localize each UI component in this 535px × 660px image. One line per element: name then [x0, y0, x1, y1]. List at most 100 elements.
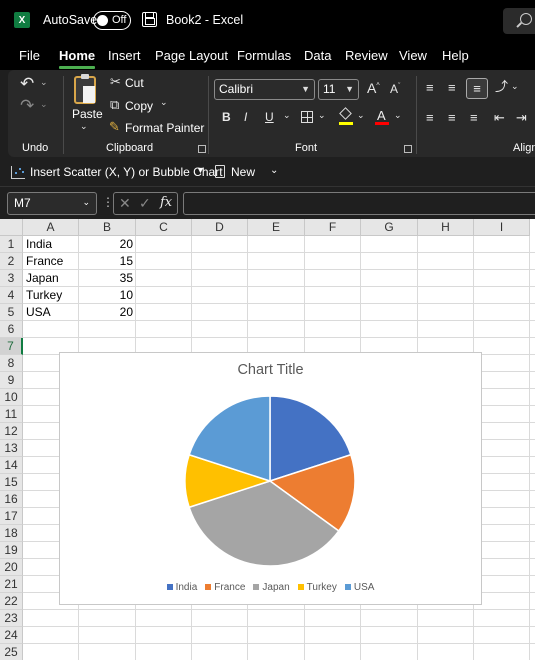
tab-file[interactable]: File: [19, 48, 40, 63]
column-header-g[interactable]: G: [361, 219, 418, 236]
row-header-2[interactable]: 2: [0, 253, 23, 270]
legend-item-japan[interactable]: Japan: [253, 582, 290, 593]
insert-scatter-chart-button[interactable]: Insert Scatter (X, Y) or Bubble Chart: [30, 165, 223, 179]
tab-view[interactable]: View: [399, 48, 427, 63]
customize-toolbar-icon[interactable]: ⌄: [270, 165, 278, 176]
column-header-a[interactable]: A: [23, 219, 79, 236]
row-header-8[interactable]: 8: [0, 355, 23, 372]
tab-help[interactable]: Help: [442, 48, 469, 63]
row-header-1[interactable]: 1: [0, 236, 23, 253]
cell-a1[interactable]: India: [26, 236, 76, 253]
column-header-d[interactable]: D: [192, 219, 248, 236]
tab-review[interactable]: Review: [345, 48, 388, 63]
font-launcher-icon[interactable]: [404, 145, 412, 153]
row-header-12[interactable]: 12: [0, 423, 23, 440]
undo-dropdown-icon[interactable]: ⌄: [40, 78, 48, 87]
increase-indent-icon[interactable]: ⇥: [516, 111, 527, 124]
cell-b4[interactable]: 10: [81, 287, 133, 304]
row-header-24[interactable]: 24: [0, 627, 23, 644]
row-header-16[interactable]: 16: [0, 491, 23, 508]
worksheet-grid[interactable]: A B C D E F G H I 1 2 3 4 5 6 7 8 9 10 11 12 13 14 15 16 17 18 19 20…: [0, 219, 535, 660]
orientation-icon[interactable]: ⤴: [495, 80, 508, 93]
row-header-15[interactable]: 15: [0, 474, 23, 491]
copy-icon[interactable]: ⧉: [110, 98, 119, 111]
select-all-corner[interactable]: [0, 219, 23, 236]
font-name-select[interactable]: Calibri ▼: [214, 79, 315, 100]
cell-a5[interactable]: USA: [26, 304, 76, 321]
search-icon[interactable]: [503, 8, 535, 34]
paste-icon[interactable]: [74, 74, 96, 104]
scissors-icon[interactable]: ✂: [110, 75, 121, 88]
align-middle-icon[interactable]: ≡: [448, 81, 456, 94]
row-header-20[interactable]: 20: [0, 559, 23, 576]
decrease-indent-icon[interactable]: ⇤: [494, 111, 505, 124]
underline-icon[interactable]: U: [265, 111, 274, 123]
paste-dropdown-icon[interactable]: ⌄: [80, 122, 88, 131]
row-header-22[interactable]: 22: [0, 593, 23, 610]
legend-item-india[interactable]: India: [166, 582, 197, 593]
tab-page-layout[interactable]: Page Layout: [155, 48, 228, 63]
column-header-b[interactable]: B: [79, 219, 136, 236]
clipboard-launcher-icon[interactable]: [198, 145, 206, 153]
bold-icon[interactable]: B: [222, 111, 231, 123]
tab-formulas[interactable]: Formulas: [237, 48, 291, 63]
paste-button[interactable]: Paste: [72, 107, 103, 121]
cell-b2[interactable]: 15: [81, 253, 133, 270]
copy-button[interactable]: Copy: [125, 99, 153, 113]
column-header-h[interactable]: H: [418, 219, 474, 236]
fill-color-dropdown-icon[interactable]: ⌄: [357, 111, 365, 120]
redo-dropdown-icon[interactable]: ⌄: [40, 100, 48, 109]
cell-a3[interactable]: Japan: [26, 270, 76, 287]
increase-font-icon[interactable]: A^: [367, 81, 380, 95]
cell-b1[interactable]: 20: [81, 236, 133, 253]
row-header-25[interactable]: 25: [0, 644, 23, 660]
fill-color-icon[interactable]: [339, 107, 353, 125]
chart-legend[interactable]: India France Japan Turkey USA: [60, 582, 481, 593]
font-size-select[interactable]: 11 ▼: [318, 79, 359, 100]
format-painter-icon[interactable]: ✎: [109, 120, 120, 133]
row-header-14[interactable]: 14: [0, 457, 23, 474]
enter-icon[interactable]: ✓: [139, 195, 151, 212]
new-button[interactable]: New: [231, 165, 255, 179]
font-color-icon[interactable]: A: [375, 108, 389, 125]
redo-icon[interactable]: ↷: [20, 97, 34, 114]
column-header-e[interactable]: E: [248, 219, 305, 236]
cell-a2[interactable]: France: [26, 253, 76, 270]
underline-dropdown-icon[interactable]: ⌄: [283, 111, 291, 120]
row-header-3[interactable]: 3: [0, 270, 23, 287]
tab-home[interactable]: Home: [59, 48, 96, 69]
save-icon[interactable]: [142, 12, 157, 27]
copy-dropdown-icon[interactable]: ⌄: [160, 98, 168, 107]
format-painter-button[interactable]: Format Painter: [125, 121, 204, 135]
tab-data[interactable]: Data: [304, 48, 331, 63]
column-header-c[interactable]: C: [136, 219, 192, 236]
orientation-dropdown-icon[interactable]: ⌄: [511, 82, 519, 91]
new-document-icon[interactable]: [215, 165, 225, 178]
row-header-9[interactable]: 9: [0, 372, 23, 389]
tab-insert[interactable]: Insert: [108, 48, 141, 63]
row-header-23[interactable]: 23: [0, 610, 23, 627]
row-header-17[interactable]: 17: [0, 508, 23, 525]
row-header-21[interactable]: 21: [0, 576, 23, 593]
name-box[interactable]: M7 ⌄: [7, 192, 97, 215]
pie-plot-area[interactable]: [60, 353, 483, 606]
borders-dropdown-icon[interactable]: ⌄: [318, 111, 326, 120]
decrease-font-icon[interactable]: Aˇ: [390, 83, 400, 95]
undo-icon[interactable]: ↶: [20, 75, 34, 92]
align-center-icon[interactable]: ≡: [448, 111, 456, 124]
insert-function-icon[interactable]: fx: [160, 195, 172, 210]
italic-icon[interactable]: I: [244, 111, 247, 123]
column-header-i[interactable]: I: [474, 219, 530, 236]
align-left-icon[interactable]: ≡: [426, 111, 434, 124]
scatter-chart-icon[interactable]: [11, 166, 25, 179]
cell-b5[interactable]: 20: [81, 304, 133, 321]
row-header-13[interactable]: 13: [0, 440, 23, 457]
legend-item-france[interactable]: France: [205, 582, 245, 593]
row-header-5[interactable]: 5: [0, 304, 23, 321]
chevron-down-icon[interactable]: ▼: [196, 165, 205, 175]
borders-icon[interactable]: [301, 111, 313, 123]
formula-input[interactable]: [183, 192, 535, 215]
row-header-7[interactable]: 7: [0, 338, 23, 355]
legend-item-usa[interactable]: USA: [344, 582, 374, 593]
pie-chart[interactable]: Chart Title India France Japan Turkey USA: [59, 352, 482, 605]
